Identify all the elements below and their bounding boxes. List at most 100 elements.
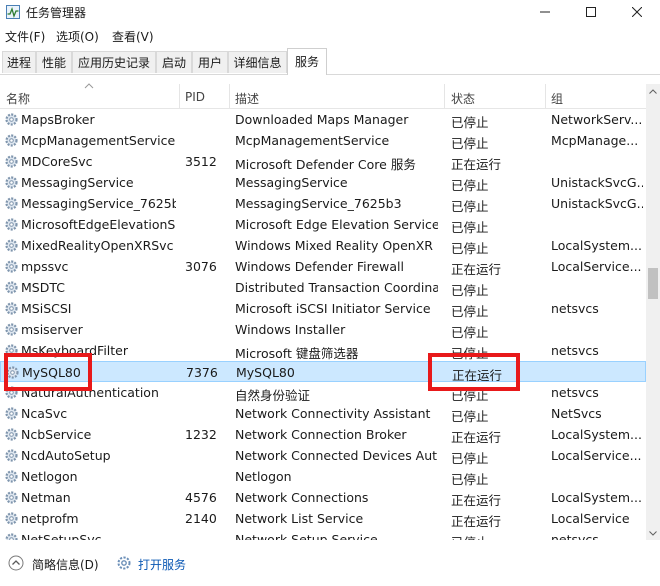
tab-bar: 进程 性能 应用历史记录 启动 用户 详细信息 服务	[0, 47, 660, 75]
service-name: MDCoreSvc	[21, 154, 93, 169]
chevron-down-icon	[649, 530, 657, 536]
service-gear-icon	[4, 154, 19, 169]
service-name: MessagingService_7625b3	[21, 196, 176, 211]
sort-ascending-icon	[84, 83, 94, 89]
column-group[interactable]: 组	[551, 90, 563, 107]
tab-performance[interactable]: 性能	[36, 51, 72, 73]
service-name: Netman	[21, 490, 71, 505]
table-row[interactable]: MySQL80 7376 MySQL80 正在运行	[0, 361, 646, 383]
service-name: mpssvc	[21, 259, 69, 274]
service-group: LocalService...	[551, 259, 642, 274]
menu-view[interactable]: 查看(V)	[112, 28, 154, 45]
service-description: MessagingService_7625b3	[235, 196, 402, 211]
scroll-down-button[interactable]	[646, 526, 660, 540]
table-row[interactable]: msiserver Windows Installer 已停止	[0, 319, 646, 340]
menu-options[interactable]: 选项(O)	[56, 28, 99, 45]
service-status: 已停止	[451, 451, 489, 466]
tab-app-history[interactable]: 应用历史记录	[72, 51, 156, 73]
menu-file[interactable]: 文件(F)	[5, 28, 45, 45]
service-status: 已停止	[451, 115, 489, 130]
service-gear-icon	[4, 112, 19, 127]
table-row[interactable]: MessagingService_7625b3 MessagingService_…	[0, 193, 646, 214]
service-description: Microsoft Edge Elevation Service...	[235, 217, 438, 232]
table-row[interactable]: NcaSvc Network Connectivity Assistant 已停止 N…	[0, 403, 646, 424]
service-name: netprofm	[21, 511, 79, 526]
table-row[interactable]: NcbService 1232 Network Connection Broker 正…	[0, 424, 646, 445]
open-services-link[interactable]: 打开服务	[138, 556, 186, 573]
maximize-button[interactable]	[568, 0, 614, 24]
service-status: 正在运行	[451, 493, 502, 508]
column-description[interactable]: 描述	[235, 90, 259, 107]
table-row[interactable]: netprofm 2140 Network List Service 正在运行 Loca…	[0, 508, 646, 529]
service-description: Windows Installer	[235, 322, 346, 337]
service-pid: 1232	[185, 427, 217, 442]
service-description: Distributed Transaction Coordina...	[235, 280, 438, 295]
column-status[interactable]: 状态	[451, 90, 475, 107]
table-row[interactable]: MapsBroker Downloaded Maps Manager 已停止 Netw…	[0, 109, 646, 130]
table-row[interactable]: NcdAutoSetup Network Connected Devices Au…	[0, 445, 646, 466]
service-description: McpManagementService	[235, 133, 390, 148]
service-name: MicrosoftEdgeElevationS...	[21, 217, 176, 232]
table-row[interactable]: MicrosoftEdgeElevationS... Microsoft Edge…	[0, 214, 646, 235]
table-row[interactable]: McpManagementService McpManagementService…	[0, 130, 646, 151]
collapse-circle-icon[interactable]	[8, 555, 24, 571]
column-divider[interactable]	[179, 84, 180, 108]
table-row[interactable]: Netlogon Netlogon 已停止	[0, 466, 646, 487]
table-row[interactable]: NetSetupSvc Network Setup Service 已停止 netsv…	[0, 529, 646, 540]
tab-users[interactable]: 用户	[192, 51, 228, 73]
highlight-box-name	[4, 353, 92, 391]
column-name[interactable]: 名称	[6, 90, 30, 107]
brief-info-button[interactable]: 简略信息(D)	[32, 556, 99, 573]
chevron-up-icon	[649, 88, 657, 94]
service-description: Netlogon	[235, 469, 292, 484]
table-row[interactable]: MixedRealityOpenXRSvc Windows Mixed Reali…	[0, 235, 646, 256]
service-description: Microsoft 键盘筛选器	[235, 346, 359, 361]
task-manager-icon	[6, 5, 20, 19]
tab-startup[interactable]: 启动	[156, 51, 192, 73]
tab-processes[interactable]: 进程	[2, 51, 36, 73]
table-row[interactable]: MessagingService MessagingService 已停止 Unist…	[0, 172, 646, 193]
service-name: NcaSvc	[21, 406, 68, 421]
table-row[interactable]: Netman 4576 Network Connections 正在运行 LocalSy…	[0, 487, 646, 508]
service-group: LocalSystem...	[551, 490, 642, 505]
close-icon	[632, 7, 642, 17]
scroll-up-button[interactable]	[646, 84, 660, 98]
service-group: UnistackSvcG...	[551, 196, 643, 211]
service-gear-icon	[4, 511, 19, 526]
service-description: Network Connectivity Assistant	[235, 406, 431, 421]
service-gear-icon	[4, 490, 19, 505]
service-name: MSDTC	[21, 280, 65, 295]
close-button[interactable]	[614, 0, 660, 24]
table-row[interactable]: MDCoreSvc 3512 Microsoft Defender Core 服务 正…	[0, 151, 646, 172]
service-gear-icon	[4, 175, 19, 190]
column-header-row: 名称 PID 描述 状态 组	[0, 83, 646, 109]
service-description: Network Connected Devices Aut...	[235, 448, 438, 463]
service-gear-icon	[4, 448, 19, 463]
column-divider[interactable]	[229, 84, 230, 108]
service-description: Microsoft iSCSI Initiator Service	[235, 301, 431, 316]
column-pid[interactable]: PID	[185, 90, 205, 104]
table-row[interactable]: MSDTC Distributed Transaction Coordina...…	[0, 277, 646, 298]
services-list: MapsBroker Downloaded Maps Manager 已停止 Netw…	[0, 109, 646, 540]
service-pid: 3512	[185, 154, 217, 169]
table-row[interactable]: NaturalAuthentication 自然身份验证 已停止 netsvcs	[0, 382, 646, 403]
service-status: 已停止	[451, 136, 489, 151]
service-status: 已停止	[451, 532, 543, 540]
scrollbar-thumb[interactable]	[648, 268, 658, 299]
table-row[interactable]: MsKeyboardFilter Microsoft 键盘筛选器 已停止 netsvc…	[0, 340, 646, 361]
vertical-scrollbar[interactable]	[646, 84, 660, 540]
service-name: McpManagementService	[21, 133, 176, 148]
service-description: Network Setup Service	[235, 532, 378, 540]
service-name: NcbService	[21, 427, 92, 442]
service-status: 已停止	[451, 304, 489, 319]
service-pid: 3076	[185, 259, 217, 274]
highlight-box-status	[428, 353, 520, 391]
column-divider[interactable]	[545, 84, 546, 108]
tab-services[interactable]: 服务	[287, 48, 327, 75]
tab-details[interactable]: 详细信息	[228, 51, 287, 73]
table-row[interactable]: MSiSCSI Microsoft iSCSI Initiator Service…	[0, 298, 646, 319]
table-row[interactable]: mpssvc 3076 Windows Defender Firewall 正在运行 L…	[0, 256, 646, 277]
minimize-button[interactable]	[522, 0, 568, 24]
column-divider[interactable]	[444, 84, 445, 108]
service-status: 正在运行	[451, 514, 502, 529]
